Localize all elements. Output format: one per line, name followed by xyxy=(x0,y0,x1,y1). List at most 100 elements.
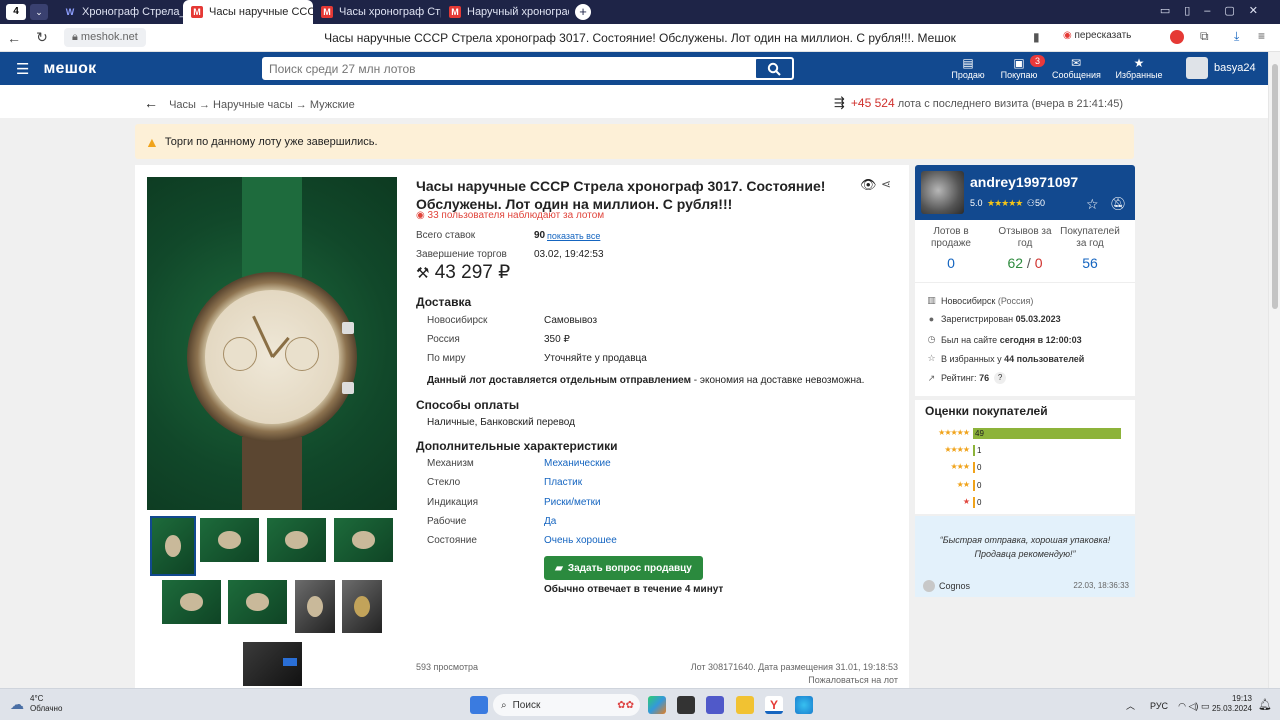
attr-value[interactable]: Механические xyxy=(544,458,611,469)
extension-icon[interactable]: ⧉ xyxy=(1200,29,1209,44)
nav-selling[interactable]: ▤ Продаю xyxy=(951,56,985,80)
attr-value[interactable]: Очень хорошее xyxy=(544,535,617,546)
ask-seller-label: Задать вопрос продавцу xyxy=(567,562,692,574)
taskbar-search[interactable]: ⌕ Поиск ✿✿ xyxy=(493,694,640,716)
thumbnail[interactable] xyxy=(295,580,335,633)
rating-count: 0 xyxy=(977,463,982,472)
menu-dots-icon[interactable]: ≡ xyxy=(1258,29,1265,43)
new-tab-plus-icon[interactable]: + xyxy=(575,4,591,20)
tab-3[interactable]: M Часы хронограф Стрела xyxy=(313,0,441,24)
rating-row[interactable]: ★★ 0 xyxy=(915,480,1135,492)
tab-2-active[interactable]: M Часы наручные СССР С ✕ xyxy=(183,0,313,24)
stat-label: Покупателей за год xyxy=(1060,226,1120,249)
bookmark-icon[interactable]: ▮ xyxy=(1033,30,1040,44)
stat-reviews[interactable]: Отзывов за год 62 / 0 xyxy=(990,226,1060,271)
attr-value[interactable]: Пластик xyxy=(544,477,582,488)
seller-avatar[interactable] xyxy=(921,171,964,214)
thumbnail[interactable] xyxy=(342,580,382,633)
chevron-up-icon[interactable]: ︿ xyxy=(1126,701,1135,711)
review-date: 22.03, 18:36:33 xyxy=(1073,581,1129,590)
bell-off-icon[interactable]: 🔕︎ xyxy=(1110,196,1127,212)
download-icon[interactable]: ⤓ xyxy=(1234,29,1239,44)
url-field[interactable]: 🔒︎ meshok.net xyxy=(64,28,146,47)
attr-value[interactable]: Риски/метки xyxy=(544,497,601,508)
back-arrow-icon[interactable]: ← xyxy=(0,30,28,46)
watch-eye-icon[interactable]: 👁︎ xyxy=(860,177,877,193)
tab-counter[interactable]: 4 xyxy=(6,4,26,20)
notifications-bell-icon[interactable]: 🔔︎ xyxy=(1258,698,1272,711)
battery-icon[interactable]: ▭ xyxy=(1201,701,1210,711)
ask-seller-button[interactable]: ▰ Задать вопрос продавцу xyxy=(544,556,703,580)
tab-4[interactable]: M Наручный хронограф - С xyxy=(441,0,569,24)
star-outline-icon: ☆ xyxy=(927,353,936,363)
thumbnail[interactable] xyxy=(200,518,259,562)
share-icon[interactable]: ⋖ xyxy=(881,177,891,191)
thumbnail[interactable] xyxy=(267,518,326,562)
review-author[interactable]: Cognos xyxy=(923,580,970,592)
help-icon[interactable]: ? xyxy=(994,372,1007,384)
tulips-icon: ✿✿ xyxy=(617,699,634,711)
thumbnail[interactable] xyxy=(228,580,287,624)
rating-row[interactable]: ★★★★ 1 xyxy=(915,445,1135,457)
start-menu-icon[interactable] xyxy=(470,696,488,714)
thumbnail[interactable] xyxy=(162,580,221,624)
extension-adblock-icon[interactable] xyxy=(1170,30,1184,44)
retell-button[interactable]: ◉ пересказать xyxy=(1063,30,1131,41)
system-tray[interactable]: ︿ РУС ◠ ◁) ▭ xyxy=(1126,699,1209,712)
favorite-seller-star-icon[interactable]: ☆ xyxy=(1086,196,1099,213)
thumbnail[interactable] xyxy=(150,516,196,576)
seller-name[interactable]: andrey19971097 xyxy=(970,174,1078,190)
seller-rating: 5.0 ★★★★★ ⚇50 xyxy=(970,198,1045,209)
search-icon xyxy=(767,62,781,76)
page-scrollbar[interactable] xyxy=(1268,52,1280,688)
search-input[interactable] xyxy=(263,58,755,79)
nav-favorites[interactable]: ★ Избранные xyxy=(1115,56,1163,80)
edge-icon[interactable] xyxy=(795,696,813,714)
nav-messages[interactable]: ✉ Сообщения xyxy=(1052,56,1101,80)
weather-widget[interactable]: ☁ 4°C Облачно xyxy=(10,694,62,714)
copilot-icon[interactable] xyxy=(648,696,666,714)
avatar xyxy=(1186,57,1208,79)
clock[interactable]: 19:13 25.03.2024 xyxy=(1210,694,1252,714)
yandex-browser-icon[interactable]: Y xyxy=(765,696,783,714)
stat-value: 62 / 0 xyxy=(990,255,1060,271)
rating-stars-icon: ★★★★★ xyxy=(987,198,1023,208)
thumbnail[interactable] xyxy=(243,642,302,686)
reload-icon[interactable]: ↻ xyxy=(28,29,56,46)
rating-row[interactable]: ★★★ 0 xyxy=(915,462,1135,474)
scrollbar-thumb[interactable] xyxy=(1272,64,1278,309)
back-arrow-icon[interactable]: ← xyxy=(144,95,158,111)
user-menu[interactable]: basya24 xyxy=(1186,57,1256,79)
window-controls[interactable]: ▭▯–▢✕ xyxy=(1160,4,1272,17)
show-all-bids-link[interactable]: показать все xyxy=(547,231,600,241)
wikipedia-favicon-icon: W xyxy=(65,7,75,17)
language-indicator[interactable]: РУС xyxy=(1150,701,1168,711)
teams-icon[interactable] xyxy=(706,696,724,714)
delivery-heading: Доставка xyxy=(416,295,472,309)
wifi-icon[interactable]: ◠ xyxy=(1178,701,1186,711)
nav-buying[interactable]: ▣ 3 Покупаю xyxy=(999,55,1045,80)
tab-1[interactable]: W Хронограф Стрела_ оцен xyxy=(56,0,183,24)
file-explorer-icon[interactable] xyxy=(736,696,754,714)
rating-row[interactable]: ★★★★★ 49 xyxy=(915,428,1135,440)
new-lots-counter[interactable]: ⇶ +45 524 лота с последнего визита (вчера… xyxy=(834,95,1123,111)
review-text: “Быстрая отправка, хорошая упаковка! Про… xyxy=(939,535,1111,559)
stat-value: 0 xyxy=(947,255,955,271)
meshok-favicon-icon: M xyxy=(321,6,333,18)
site-logo[interactable]: мешок xyxy=(43,60,96,78)
volume-icon[interactable]: ◁) xyxy=(1188,701,1198,711)
registered-label: Зарегистрирован xyxy=(941,314,1014,324)
stat-lots[interactable]: Лотов в продаже 0 xyxy=(916,226,986,271)
main-photo[interactable] xyxy=(147,177,397,510)
tab-list-chevron-icon[interactable]: ⌄ xyxy=(30,4,48,20)
thumbnail[interactable] xyxy=(334,518,393,562)
breadcrumb-path[interactable]: Часы → Наручные часы → Мужские xyxy=(169,99,355,111)
search-button[interactable] xyxy=(755,58,793,79)
complain-link[interactable]: Пожаловаться на лот xyxy=(808,675,898,685)
attr-value[interactable]: Да xyxy=(544,516,556,527)
hamburger-menu-icon[interactable]: ☰ xyxy=(16,60,29,78)
task-view-icon[interactable] xyxy=(677,696,695,714)
tab-label: Хронограф Стрела_ оцен xyxy=(82,6,183,18)
stat-buyers[interactable]: Покупателей за год 56 xyxy=(1058,226,1122,271)
rating-row[interactable]: ★ 0 xyxy=(915,497,1135,509)
